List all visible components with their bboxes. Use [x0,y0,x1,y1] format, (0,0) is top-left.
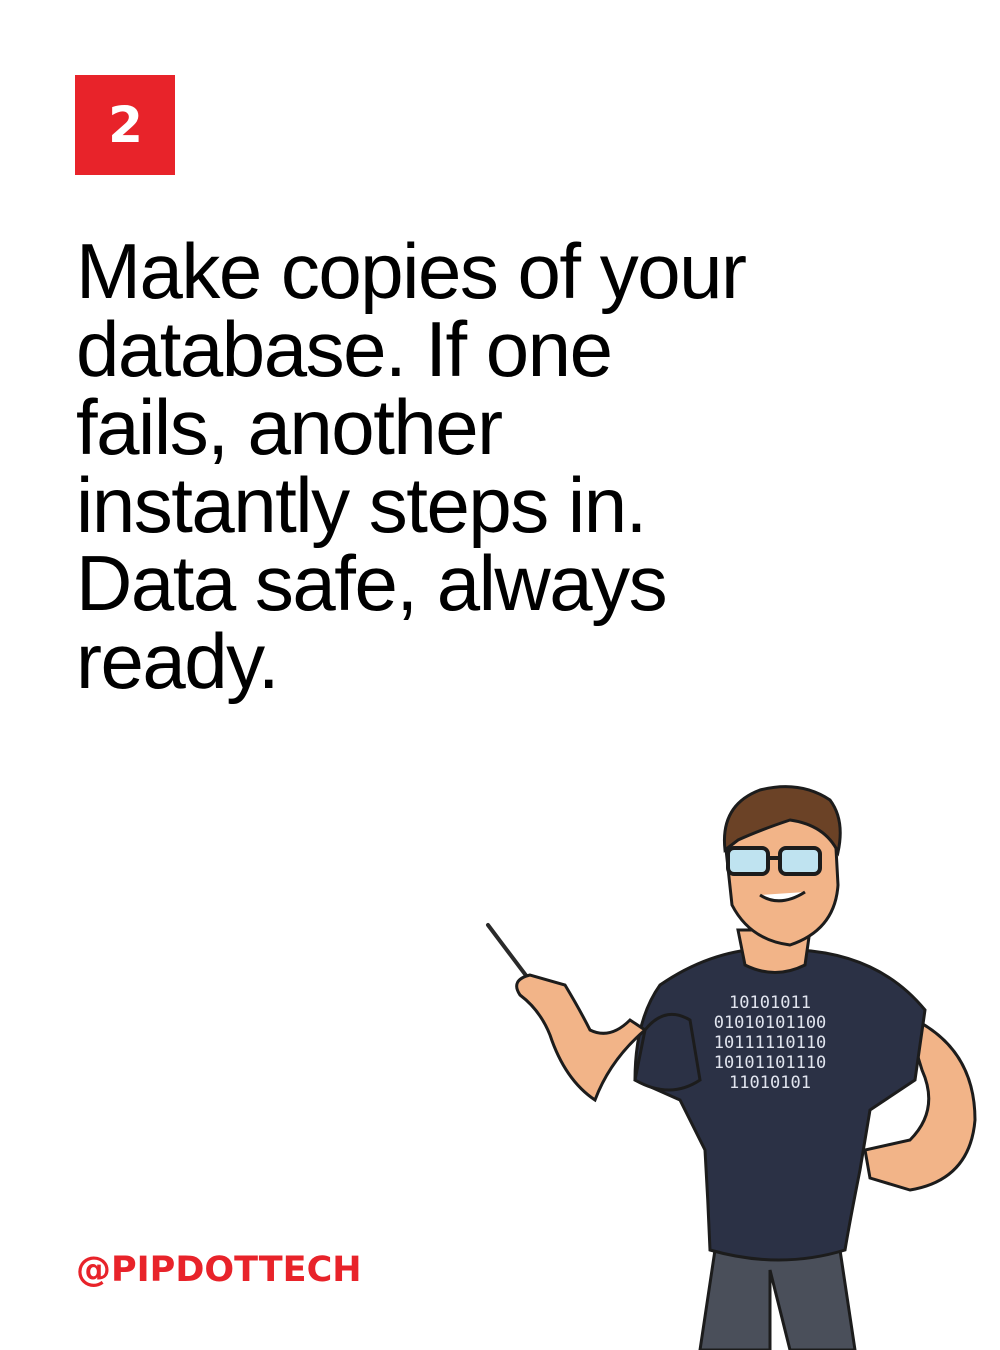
shirt-line-2: 01010101100 [714,1013,827,1033]
social-handle: @PIPDOTTECH [76,1250,362,1290]
slide-number-badge: 2 [75,75,175,175]
shirt-line-5: 11010101 [729,1073,811,1093]
headline-text: Make copies of your database. If one fai… [76,227,747,705]
developer-illustration-svg: 10101011 01010101100 10111110110 1010110… [486,785,977,1350]
slide-number: 2 [108,96,143,154]
shirt-line-4: 10101101110 [714,1053,827,1073]
shirt-line-3: 10111110110 [714,1033,827,1053]
developer-illustration: 10101011 01010101100 10111110110 1010110… [470,780,1000,1350]
shirt-line-1: 10101011 [729,993,811,1013]
